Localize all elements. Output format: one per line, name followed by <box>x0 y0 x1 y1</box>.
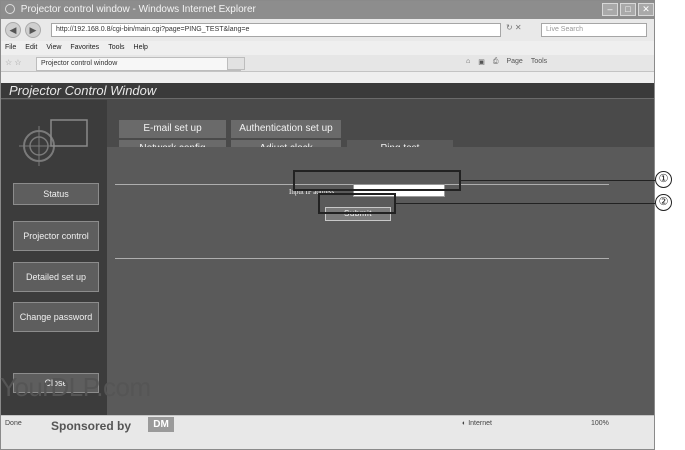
new-tab-button[interactable] <box>227 57 245 70</box>
menu-favorites[interactable]: Favorites <box>70 41 99 55</box>
print-icon[interactable]: ⎙ <box>493 58 499 66</box>
forward-button[interactable]: ▶ <box>25 22 41 38</box>
address-bar[interactable]: http://192.168.0.8/cgi-bin/main.cgi?page… <box>51 23 501 37</box>
menu-tools[interactable]: Tools <box>108 41 124 55</box>
title-bar: Projector control window - Windows Inter… <box>1 1 654 19</box>
page-menu[interactable]: Page <box>506 58 522 66</box>
close-window-button[interactable]: ✕ <box>638 3 654 16</box>
callout-number-2: ② <box>655 194 672 211</box>
callout-box-submit <box>318 193 396 214</box>
security-zone: ◐ Internet <box>462 420 492 427</box>
menu-edit[interactable]: Edit <box>25 41 37 55</box>
status-text: Done <box>5 420 22 427</box>
divider <box>115 258 609 259</box>
callout-line-2 <box>396 203 655 204</box>
minimize-button[interactable]: – <box>602 3 618 16</box>
tab-authentication-setup[interactable]: Authentication set up <box>231 120 341 138</box>
sidebar: Status Projector control Detailed set up… <box>1 100 107 415</box>
maximize-button[interactable]: □ <box>620 3 636 16</box>
app-header: Projector Control Window <box>1 83 654 99</box>
tools-menu[interactable]: Tools <box>531 58 547 66</box>
search-input[interactable]: Live Search <box>541 23 647 37</box>
command-bar: ⌂ ▣ ⎙ Page Tools <box>466 58 547 66</box>
callout-line-1 <box>461 180 655 181</box>
app-title: Projector Control Window <box>9 83 157 98</box>
refresh-stop-icons[interactable]: ↻ ✕ <box>506 23 522 32</box>
menu-help[interactable]: Help <box>134 41 148 55</box>
watermark-text: YourDLP.com <box>0 372 151 402</box>
projector-logo-icon <box>19 119 88 166</box>
watermark-badge: DM <box>148 417 174 432</box>
feeds-icon[interactable]: ▣ <box>478 58 485 66</box>
zone-label: Internet <box>468 420 492 427</box>
tab-area: E-mail set up Authentication set up Netw… <box>107 100 654 164</box>
home-icon[interactable]: ⌂ <box>466 58 470 66</box>
menu-bar: File Edit View Favorites Tools Help <box>1 41 654 55</box>
callout-number-1: ① <box>655 171 672 188</box>
back-button[interactable]: ◀ <box>5 22 21 38</box>
sidebar-detailed-setup-button[interactable]: Detailed set up <box>13 262 99 292</box>
browser-icon <box>5 4 15 15</box>
page-content: Projector Control Window Status Projecto… <box>1 83 654 415</box>
address-row: ◀ ▶ http://192.168.0.8/cgi-bin/main.cgi?… <box>1 19 654 41</box>
favorites-star-icon[interactable]: ☆ ☆ <box>5 58 22 67</box>
browser-tab[interactable]: Projector control window <box>36 57 241 71</box>
window-title: Projector control window - Windows Inter… <box>20 4 256 15</box>
tab-email-setup[interactable]: E-mail set up <box>119 120 226 138</box>
zoom-level[interactable]: 100% <box>591 420 609 427</box>
callout-box-ip-address <box>293 170 461 191</box>
sidebar-status-button[interactable]: Status <box>13 183 99 205</box>
favorites-bar: ☆ ☆ Projector control window ⌂ ▣ ⎙ Page … <box>1 55 654 72</box>
sidebar-projector-control-button[interactable]: Projector control <box>13 221 99 251</box>
menu-file[interactable]: File <box>5 41 16 55</box>
menu-view[interactable]: View <box>46 41 61 55</box>
sidebar-change-password-button[interactable]: Change password <box>13 302 99 332</box>
watermark-sponsored: Sponsored by <box>51 419 132 433</box>
